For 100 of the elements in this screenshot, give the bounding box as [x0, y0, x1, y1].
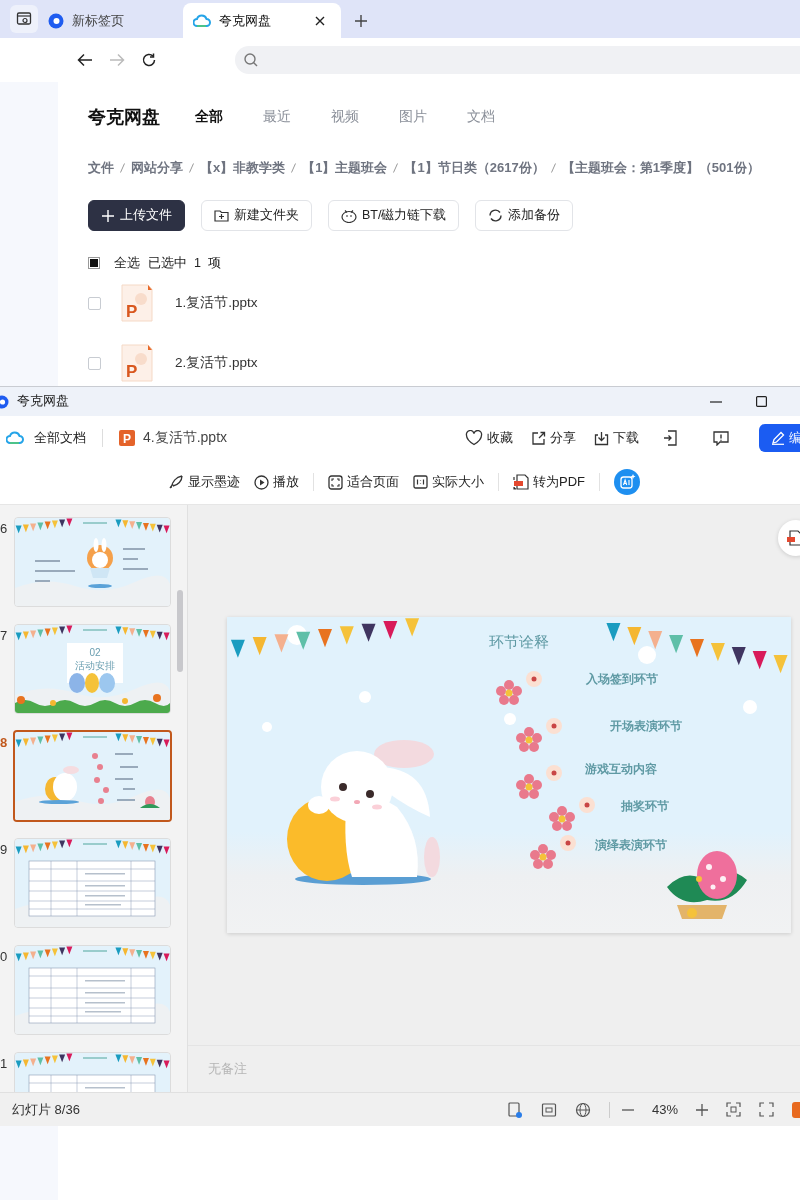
- file-checkbox[interactable]: [88, 356, 101, 370]
- thumbnail-title-line: [83, 629, 107, 631]
- share-icon: [531, 430, 546, 446]
- bunting-drawing: [15, 518, 73, 534]
- play-button[interactable]: 播放: [254, 473, 299, 491]
- breadcrumb-link[interactable]: 【1】主题班会: [302, 159, 388, 177]
- category-tab[interactable]: 全部: [195, 108, 223, 126]
- thumbnail-text: 活动安排: [75, 660, 115, 671]
- globe-icon[interactable]: [574, 1101, 591, 1118]
- breadcrumb-link[interactable]: 【主题班会：第1季度】（501份）: [561, 159, 760, 177]
- fit-page-icon: [328, 474, 343, 490]
- browser-tab[interactable]: 新标签页: [38, 3, 183, 38]
- pptx-file-icon: P: [121, 344, 153, 382]
- back-icon[interactable]: [77, 53, 93, 67]
- reload-icon[interactable]: [141, 52, 157, 68]
- tab-search-icon[interactable]: [10, 5, 38, 33]
- browser-tab[interactable]: 夸克网盘: [183, 3, 341, 38]
- feedback-icon[interactable]: [713, 430, 729, 446]
- download-button[interactable]: 下载: [594, 429, 639, 447]
- thumbnail-title-line: [83, 736, 107, 738]
- select-all-checkbox[interactable]: [88, 257, 100, 269]
- upload-button[interactable]: 上传文件: [88, 200, 185, 231]
- slide-item-text: 抽奖环节: [621, 799, 669, 813]
- slide-position: 幻灯片 8/36: [12, 1100, 80, 1119]
- bunting-drawing: [15, 625, 73, 641]
- file-title: 4.复活节.pptx: [143, 429, 228, 447]
- new-folder-button[interactable]: 新建文件夹: [201, 200, 312, 231]
- flower-drawing: [549, 797, 595, 831]
- breadcrumb-separator: [291, 163, 297, 173]
- thumbnail-title-line: [83, 522, 107, 524]
- fit-page-button[interactable]: 适合页面: [328, 473, 399, 491]
- slide-number: 0: [0, 949, 8, 964]
- bunting-drawing: [115, 626, 170, 641]
- zoom-in-icon[interactable]: [696, 1103, 708, 1116]
- category-tab[interactable]: 图片: [399, 108, 427, 126]
- bunting-drawing: [115, 947, 170, 962]
- share-button[interactable]: 分享: [531, 429, 576, 447]
- slide-item-text: 开场表演环节: [610, 719, 682, 733]
- close-icon[interactable]: [315, 15, 325, 26]
- thumbnail-title-line: [83, 950, 107, 952]
- slide-number: 1: [0, 1056, 8, 1071]
- thumbnail-title-line: [83, 1057, 107, 1059]
- show-ink-button[interactable]: 显示墨迹: [168, 473, 240, 491]
- play-icon: [254, 474, 269, 490]
- actual-size-button[interactable]: 实际大小: [413, 473, 484, 491]
- slide-number: 7: [0, 628, 8, 643]
- pdf-icon: [787, 530, 800, 546]
- export-icon[interactable]: [663, 430, 677, 446]
- window-title: 夸克网盘: [17, 393, 69, 410]
- backup-button[interactable]: 添加备份: [475, 200, 574, 231]
- selection-count: 已选中 1 项: [148, 254, 221, 272]
- plus-icon: [101, 208, 115, 223]
- breadcrumb-link[interactable]: 【x】非教学类: [200, 159, 286, 177]
- slide-item-text: 演绎表演环节: [595, 838, 667, 852]
- pptx-file-icon: P: [119, 430, 135, 446]
- zoom-out-icon[interactable]: [621, 1108, 634, 1111]
- notes-icon[interactable]: [506, 1101, 523, 1118]
- slide-thumbnail[interactable]: [13, 730, 172, 822]
- sync-icon: [488, 208, 504, 223]
- breadcrumb-link[interactable]: 网站分享: [131, 159, 183, 177]
- pdf-icon: [513, 474, 529, 490]
- bt-download-button[interactable]: BT/磁力链下载: [328, 200, 460, 231]
- bunting-drawing: [115, 1054, 170, 1069]
- slide-number: 9: [0, 842, 8, 857]
- convert-pdf-button[interactable]: 转为PDF: [513, 473, 585, 491]
- fullscreen-icon[interactable]: [759, 1102, 774, 1117]
- pencil-icon: [771, 431, 785, 445]
- slide-title: 环节诠释: [489, 633, 549, 650]
- bunting-drawing: [115, 733, 170, 748]
- pptx-file-icon: P: [121, 284, 153, 322]
- slide-item-text: 入场签到环节: [586, 672, 658, 686]
- search-icon: [243, 52, 259, 68]
- file-name[interactable]: 2.复活节.pptx: [175, 354, 258, 372]
- heart-icon: [465, 430, 483, 446]
- breadcrumb-separator: [120, 163, 125, 173]
- status-badge[interactable]: [792, 1101, 800, 1118]
- breadcrumb-separator: [393, 163, 399, 173]
- flower-drawing: [516, 765, 562, 799]
- brand-title: 夸克网盘: [88, 106, 160, 129]
- breadcrumb-link[interactable]: 文件: [88, 159, 114, 177]
- bunting-drawing: [115, 519, 170, 534]
- slide-item-text: 游戏互动内容: [585, 762, 657, 776]
- browser-logo-icon: [48, 12, 64, 29]
- thumbnail-text: 02: [89, 647, 101, 658]
- flower-drawing: [530, 835, 576, 869]
- slide-view-icon[interactable]: [540, 1101, 557, 1118]
- maximize-icon[interactable]: [756, 396, 767, 407]
- select-all-label[interactable]: 全选: [114, 254, 140, 272]
- zoom-level: 43%: [651, 1102, 678, 1117]
- fit-screen-icon[interactable]: [726, 1102, 741, 1117]
- minimize-icon[interactable]: [710, 400, 722, 403]
- file-checkbox[interactable]: [88, 296, 101, 310]
- address-field[interactable]: [235, 46, 800, 74]
- ai-assistant-icon[interactable]: [614, 469, 640, 495]
- bunting-drawing: [15, 1053, 73, 1069]
- bunting-drawing: [15, 946, 73, 962]
- favorite-button[interactable]: 收藏: [465, 429, 513, 447]
- breadcrumb-link[interactable]: 【1】节日类（2617份）: [404, 159, 545, 177]
- file-name[interactable]: 1.复活节.pptx: [175, 294, 258, 312]
- all-documents-link[interactable]: 全部文档: [34, 429, 86, 447]
